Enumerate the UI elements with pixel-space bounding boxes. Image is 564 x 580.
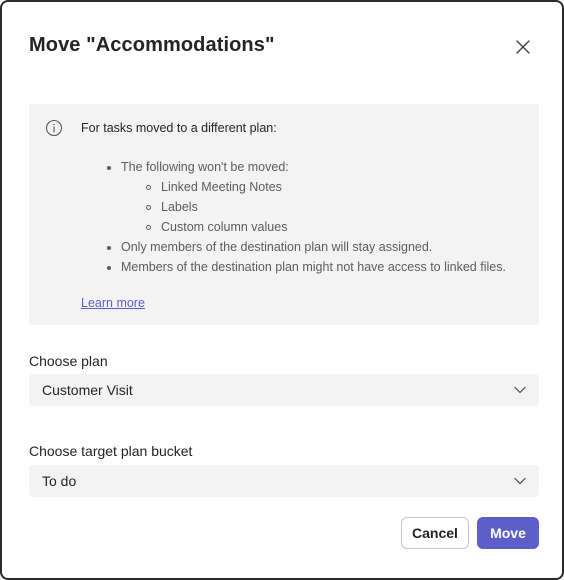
- sub-bullet: [146, 205, 151, 210]
- choose-bucket-label: Choose target plan bucket: [29, 443, 193, 459]
- move-button[interactable]: Move: [477, 517, 539, 549]
- info-item-linked-files: Members of the destination plan might no…: [121, 260, 506, 274]
- chevron-down-icon: [514, 386, 526, 394]
- learn-more-link[interactable]: Learn more: [81, 296, 145, 310]
- info-heading: For tasks moved to a different plan:: [81, 121, 277, 135]
- bullet: [107, 246, 111, 250]
- cancel-button[interactable]: Cancel: [401, 517, 469, 549]
- info-subitem-labels: Labels: [161, 200, 198, 214]
- sub-bullet: [146, 185, 151, 190]
- info-panel: For tasks moved to a different plan: The…: [29, 104, 539, 325]
- info-icon: [45, 119, 63, 137]
- move-dialog: Move "Accommodations" For tasks moved to…: [0, 0, 564, 580]
- info-item-assigned: Only members of the destination plan wil…: [121, 240, 433, 254]
- bucket-dropdown[interactable]: To do: [29, 465, 539, 497]
- chevron-down-icon: [514, 477, 526, 485]
- bullet: [107, 266, 111, 270]
- info-subitem-linked-notes: Linked Meeting Notes: [161, 180, 282, 194]
- info-item-not-moved: The following won't be moved:: [121, 160, 289, 174]
- bucket-dropdown-value: To do: [42, 473, 77, 489]
- sub-bullet: [146, 225, 151, 230]
- dialog-title: Move "Accommodations": [29, 34, 275, 56]
- close-button[interactable]: [510, 34, 536, 60]
- bullet: [107, 166, 111, 170]
- choose-plan-label: Choose plan: [29, 353, 108, 369]
- info-subitem-custom-columns: Custom column values: [161, 220, 288, 234]
- plan-dropdown-value: Customer Visit: [42, 382, 133, 398]
- close-icon: [516, 40, 530, 54]
- plan-dropdown[interactable]: Customer Visit: [29, 374, 539, 406]
